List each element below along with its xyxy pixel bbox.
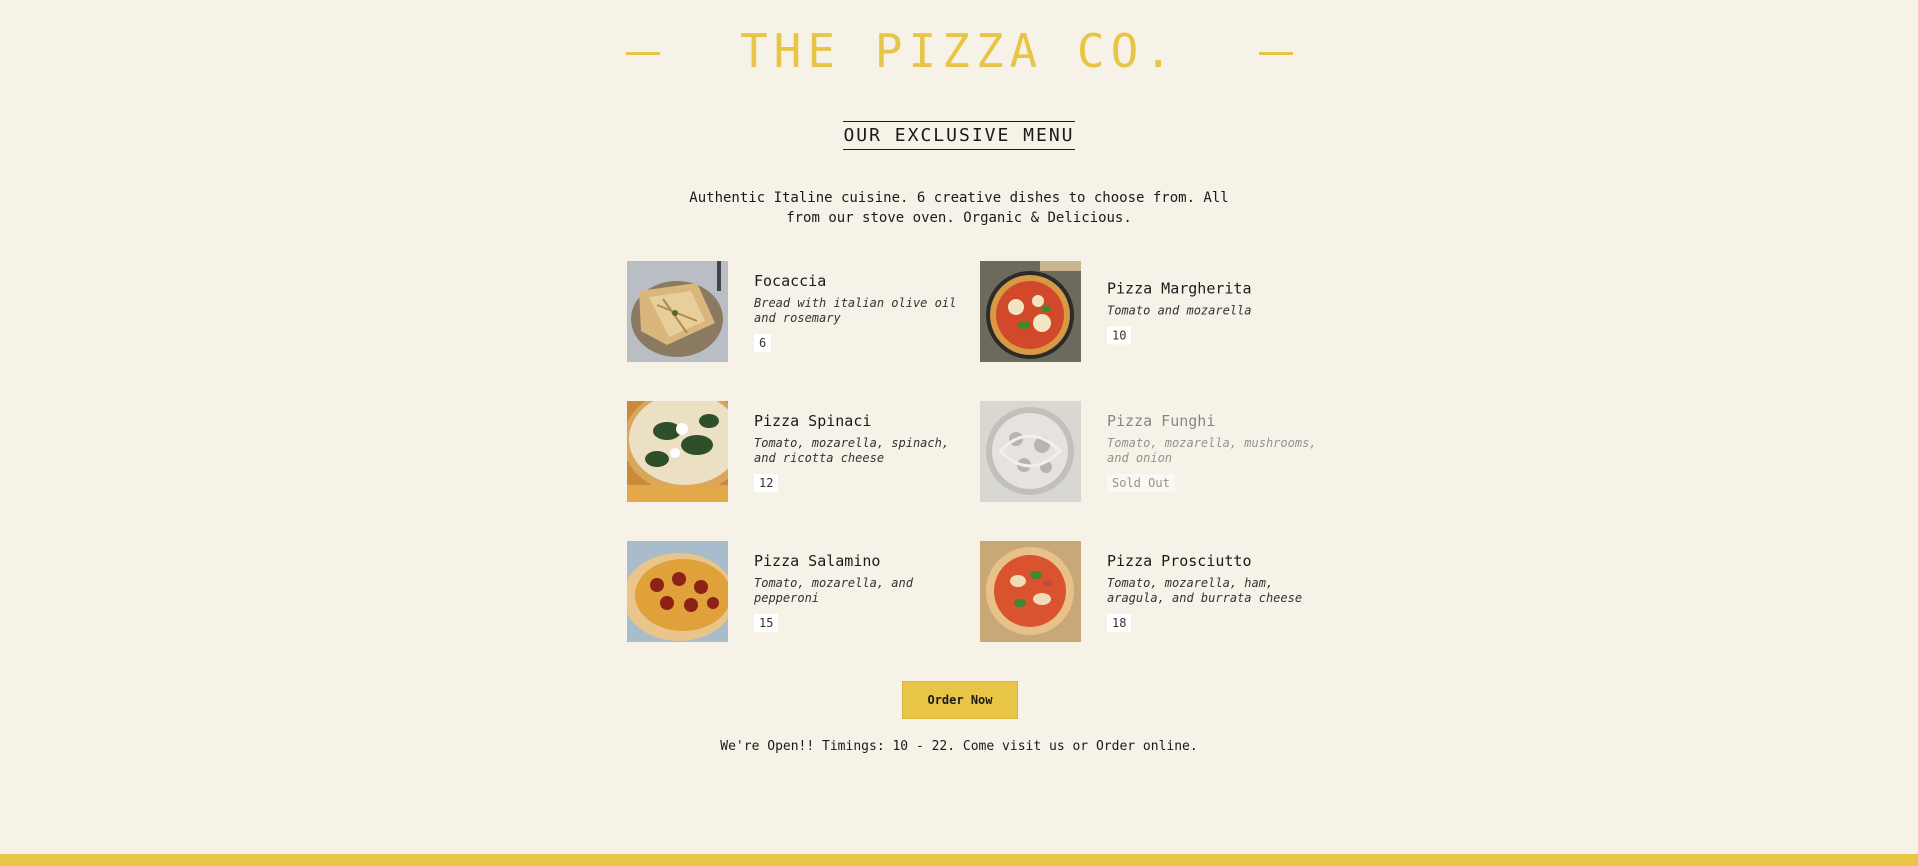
salamino-photo <box>627 541 728 642</box>
item-name: Pizza Spinaci <box>754 411 872 430</box>
menu-item-prosciutto: Pizza Prosciutto Tomato, mozarella, ham,… <box>980 541 1315 642</box>
brand-title: THE PIZZA CO. <box>739 24 1179 78</box>
menu-item-salamino: Pizza Salamino Tomato, mozarella, and pe… <box>627 541 962 642</box>
item-price: 10 <box>1107 326 1132 344</box>
funghi-photo <box>980 401 1081 502</box>
item-name: Pizza Margherita <box>1107 279 1252 297</box>
opening-hours-note: We're Open!! Timings: 10 - 22. Come visi… <box>720 739 1198 754</box>
order-now-button[interactable]: Order Now <box>902 681 1018 719</box>
item-description: Tomato, mozarella, mushrooms, and onion <box>1107 435 1317 465</box>
item-name: Pizza Funghi <box>1107 411 1216 430</box>
item-description: Bread with italian olive oil and rosemar… <box>754 295 957 325</box>
prosciutto-photo <box>980 541 1081 642</box>
focaccia-info: Focaccia Bread with italian olive oil an… <box>754 272 964 352</box>
salamino-info: Pizza Salamino Tomato, mozarella, and pe… <box>754 552 964 632</box>
item-description: Tomato, mozarella, spinach, and ricotta … <box>754 435 950 465</box>
item-name: Pizza Prosciutto <box>1107 551 1252 570</box>
sold-out-badge: Sold Out <box>1107 473 1175 492</box>
item-description: Tomato, mozarella, ham, aragula, and bur… <box>1107 575 1303 605</box>
spinaci-photo <box>627 401 728 502</box>
margherita-photo <box>980 261 1081 362</box>
item-price: 12 <box>754 473 779 492</box>
menu-item-margherita: Pizza Margherita Tomato and mozarella 10 <box>980 261 1315 362</box>
item-price: 18 <box>1107 613 1132 632</box>
item-description: Tomato, mozarella, and pepperoni <box>754 575 913 605</box>
menu-item-spinaci: Pizza Spinaci Tomato, mozarella, spinach… <box>627 401 962 502</box>
focaccia-photo <box>627 261 728 362</box>
item-description: Tomato and mozarella <box>1107 303 1252 317</box>
menu-heading: OUR EXCLUSIVE MENU <box>843 121 1075 150</box>
menu-heading-wrap: OUR EXCLUSIVE MENU <box>0 121 1918 150</box>
item-price: 15 <box>754 613 779 632</box>
menu-intro: Authentic Italine cuisine. 6 creative di… <box>689 190 1229 226</box>
footer-bar <box>0 854 1918 866</box>
site-header: THE PIZZA CO. <box>0 24 1918 84</box>
menu-item-focaccia: Focaccia Bread with italian olive oil an… <box>627 261 962 362</box>
item-price: 6 <box>754 333 772 352</box>
item-name: Focaccia <box>754 271 827 290</box>
item-name: Pizza Salamino <box>754 551 881 570</box>
prosciutto-info: Pizza Prosciutto Tomato, mozarella, ham,… <box>1107 552 1317 632</box>
spinaci-info: Pizza Spinaci Tomato, mozarella, spinach… <box>754 412 964 492</box>
funghi-info: Pizza Funghi Tomato, mozarella, mushroom… <box>1107 412 1317 492</box>
margherita-info: Pizza Margherita Tomato and mozarella 10 <box>1107 279 1317 344</box>
header-dash-right <box>1259 52 1293 55</box>
menu-item-funghi: Pizza Funghi Tomato, mozarella, mushroom… <box>980 401 1317 502</box>
